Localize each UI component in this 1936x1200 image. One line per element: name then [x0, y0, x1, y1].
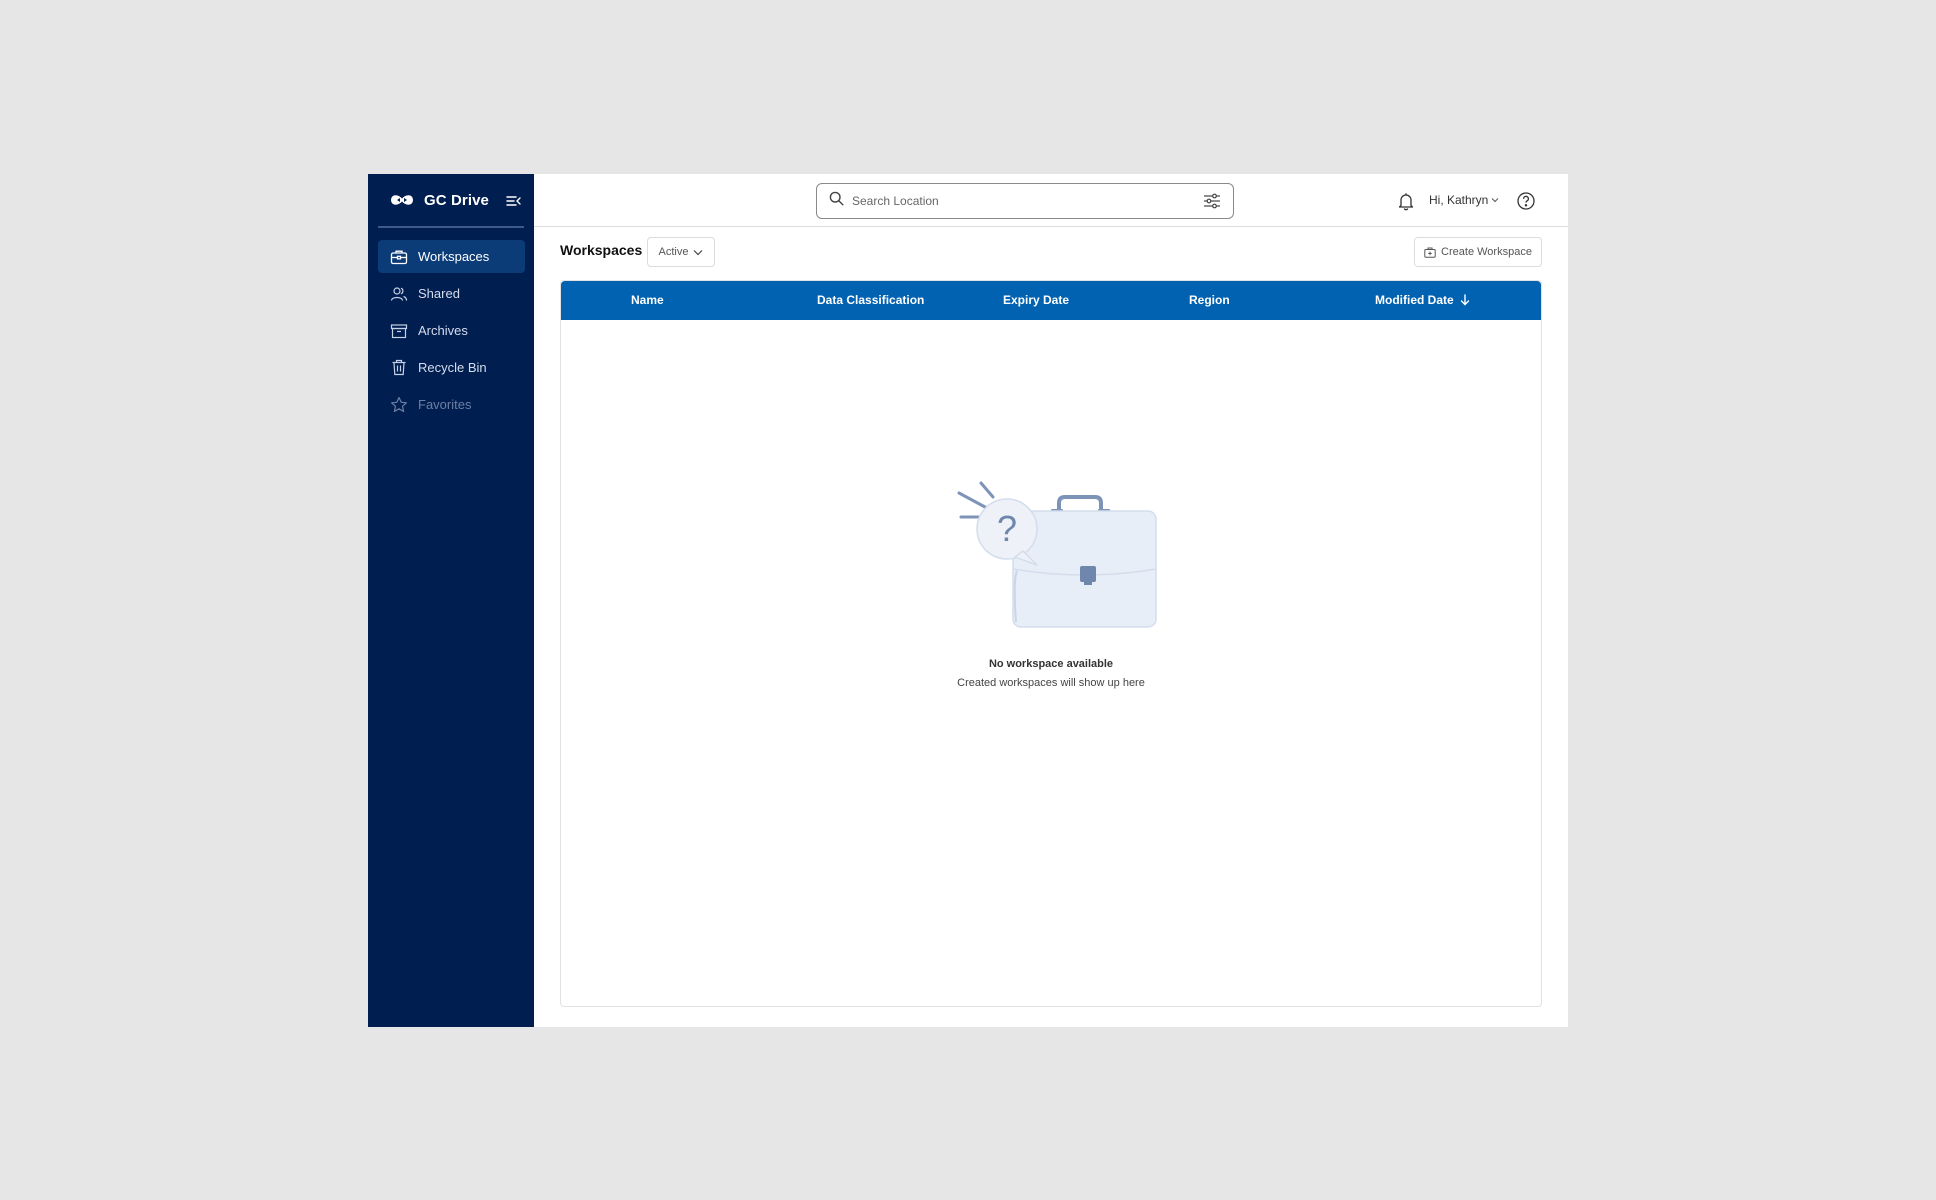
- page-title: Workspaces: [560, 242, 643, 258]
- help-icon[interactable]: [1516, 191, 1536, 211]
- brand: GC Drive: [378, 174, 524, 228]
- table-header: Name Data Classification Expiry Date Reg…: [561, 281, 1541, 320]
- sidebar-item-favorites[interactable]: Favorites: [378, 388, 525, 421]
- create-workspace-label: Create Workspace: [1441, 246, 1532, 258]
- column-header-name[interactable]: Name: [631, 293, 664, 307]
- column-header-expiry-date[interactable]: Expiry Date: [1003, 293, 1069, 307]
- column-header-label: Expiry Date: [1003, 293, 1070, 307]
- user-greeting: Hi, Kathryn: [1429, 193, 1489, 207]
- sidebar-item-label: Workspaces: [418, 249, 490, 264]
- sidebar-item-shared[interactable]: Shared: [378, 277, 525, 310]
- sidebar-item-recycle-bin[interactable]: Recycle Bin: [378, 351, 525, 384]
- notification-bell-icon[interactable]: [1396, 191, 1416, 211]
- trash-icon: [390, 359, 408, 377]
- column-header-label: Data Classification: [817, 293, 925, 307]
- sidebar-item-archives[interactable]: Archives: [378, 314, 525, 347]
- column-header-label: Name: [631, 293, 664, 307]
- search-input[interactable]: [852, 194, 1203, 208]
- sidebar-item-label: Recycle Bin: [418, 360, 487, 375]
- toolbar: Workspaces Active Create Workspace: [560, 227, 1542, 279]
- main-area: Hi, Kathryn Workspaces Active: [534, 174, 1568, 1027]
- empty-state-title: No workspace available: [988, 658, 1114, 670]
- workspaces-content: Workspaces Active Create Workspace Name …: [560, 227, 1542, 1007]
- archive-icon: [390, 322, 408, 340]
- svg-text:?: ?: [997, 508, 1017, 549]
- column-header-region[interactable]: Region: [1189, 293, 1230, 307]
- column-header-data-classification[interactable]: Data Classification: [817, 293, 924, 307]
- sort-descending-arrow-icon: [1460, 294, 1470, 306]
- search-icon: [829, 191, 844, 211]
- star-icon: [390, 396, 408, 414]
- status-filter-value: Active: [658, 246, 689, 258]
- top-bar: Hi, Kathryn: [534, 174, 1568, 227]
- app-name: GC Drive: [424, 191, 489, 209]
- create-workspace-button[interactable]: Create Workspace: [1414, 237, 1542, 267]
- sidebar-item-label: Favorites: [418, 397, 472, 412]
- collapse-sidebar-icon[interactable]: [506, 193, 522, 209]
- chevron-down-icon: [1491, 196, 1499, 204]
- column-header-modified-date[interactable]: Modified Date: [1375, 293, 1470, 307]
- sidebar: GC Drive Workspaces Shared Archives Recy…: [368, 174, 534, 1027]
- status-filter-dropdown[interactable]: Active: [647, 237, 715, 267]
- sidebar-item-label: Shared: [418, 286, 460, 301]
- column-header-label: Modified Date: [1375, 293, 1454, 307]
- sidebar-item-workspaces[interactable]: Workspaces: [378, 240, 525, 273]
- gc-drive-logo-icon: [390, 192, 414, 208]
- briefcase-icon: [390, 248, 408, 266]
- add-briefcase-icon: [1424, 246, 1436, 258]
- sidebar-nav: Workspaces Shared Archives Recycle Bin F…: [368, 228, 534, 421]
- filter-settings-icon[interactable]: [1203, 192, 1221, 210]
- empty-briefcase-illustration-icon: ?: [957, 481, 1157, 628]
- chevron-down-icon: [693, 247, 703, 257]
- empty-state-subtitle: Created workspaces will show up here: [957, 677, 1145, 689]
- empty-state: ? No workspace available Created workspa…: [561, 479, 1541, 689]
- search-bar[interactable]: [816, 183, 1234, 219]
- column-header-label: Region: [1189, 293, 1230, 307]
- sidebar-item-label: Archives: [418, 323, 468, 338]
- user-menu[interactable]: Hi, Kathryn: [1429, 193, 1499, 207]
- workspaces-table: Name Data Classification Expiry Date Reg…: [560, 280, 1542, 1007]
- app-window: GC Drive Workspaces Shared Archives Recy…: [368, 174, 1568, 1027]
- users-icon: [390, 285, 408, 303]
